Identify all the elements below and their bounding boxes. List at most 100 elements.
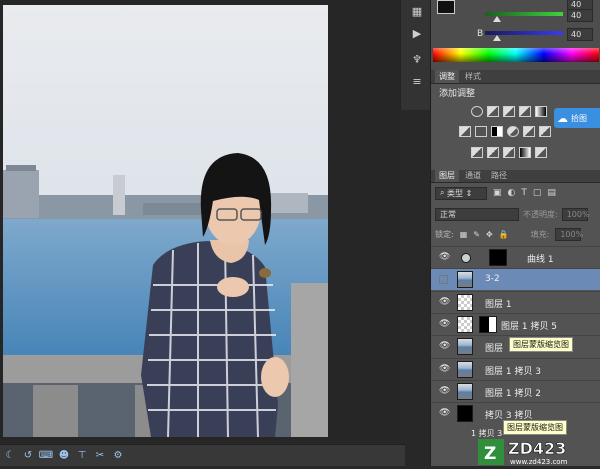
blend-opacity-row: 正常 不透明度: 100%	[431, 206, 600, 222]
layer-name: 曲线 1	[527, 255, 554, 265]
brush-tool-icon[interactable]: ♆	[409, 52, 425, 66]
cloud-icon: ☁	[557, 111, 568, 125]
tab-adjustments[interactable]: 调整	[435, 70, 459, 83]
levels-icon[interactable]	[487, 106, 499, 117]
zd423-watermark-logo: Z ZD423 www.zd423.com	[478, 437, 600, 466]
layer-row[interactable]: 3-2	[431, 268, 600, 291]
layer-name: 图层 1 拷贝 3	[485, 366, 542, 377]
lock-paint-icon[interactable]: ✎	[473, 230, 480, 239]
layer-thumbnail[interactable]	[457, 271, 473, 289]
lock-transparent-icon[interactable]: ▦	[460, 230, 468, 239]
keyboard-icon[interactable]: ⌨	[39, 450, 53, 462]
input-method-icon[interactable]: ↺	[22, 450, 34, 462]
layer-thumbnail[interactable]	[457, 360, 473, 378]
visibility-eye-icon[interactable]: 👁	[439, 253, 450, 262]
layer-row[interactable]: 👁 图层 1 拷贝 3	[431, 357, 600, 380]
filter-adjust-icon[interactable]: ◐	[508, 188, 516, 198]
layer-thumbnail[interactable]	[457, 293, 473, 311]
blue-slider-label: B	[477, 29, 484, 39]
history-tool-icon[interactable]: ▦	[409, 4, 425, 18]
selective-color-icon[interactable]	[535, 147, 547, 158]
visibility-eye-icon[interactable]: 👁	[439, 409, 450, 418]
tab-paths[interactable]: 路径	[487, 169, 511, 182]
user-icon[interactable]: ☻	[58, 450, 70, 462]
photo-image	[3, 5, 328, 437]
layer-row[interactable]: 👁 图层 1	[431, 290, 600, 313]
green-value-field[interactable]: 40	[567, 9, 593, 22]
lock-fill-row: 锁定: ▦ ✎ ✥ 🔒 填充: 100%	[431, 227, 600, 241]
layer-thumbnail[interactable]	[457, 315, 473, 333]
layer-row[interactable]: 👁 曲线 1	[431, 246, 600, 268]
mask-thumbnail-tooltip: 图层蒙版缩览图	[509, 337, 573, 352]
opacity-field[interactable]: 100%	[561, 207, 590, 221]
moon-icon[interactable]: ☾	[4, 450, 16, 462]
black-white-icon[interactable]	[491, 126, 503, 137]
hue-saturation-icon[interactable]	[459, 126, 471, 137]
brightness-icon[interactable]	[471, 106, 483, 117]
opacity-label: 不透明度:	[523, 209, 558, 219]
visibility-eye-icon[interactable]: 👁	[439, 364, 450, 374]
fill-field[interactable]: 100%	[555, 227, 583, 241]
layer-name: 图层 1 拷贝 2	[485, 388, 542, 399]
vibrance-icon[interactable]	[535, 106, 547, 117]
foreground-color-swatch[interactable]	[437, 0, 455, 14]
layer-thumbnail[interactable]	[461, 253, 471, 263]
layer-thumbnail[interactable]	[457, 405, 473, 423]
visibility-eye-icon[interactable]: 👁	[439, 297, 450, 307]
fill-label: 填充:	[530, 229, 550, 239]
channel-mixer-icon[interactable]	[523, 126, 535, 137]
exposure-icon[interactable]	[519, 106, 531, 117]
layer-mask-thumbnail[interactable]	[479, 315, 497, 333]
visibility-eye-icon[interactable]: 👁	[439, 386, 450, 396]
baidu-overlay-badge[interactable]: ☁ 拾图	[554, 108, 600, 128]
color-spectrum-bar[interactable]	[433, 48, 599, 62]
filter-kind-dropdown[interactable]: ⌕ 类型 ⇕	[435, 186, 487, 200]
visibility-eye-icon[interactable]	[439, 275, 448, 285]
tab-layers[interactable]: 图层	[435, 169, 459, 182]
svg-text:www.zd423.com: www.zd423.com	[510, 458, 568, 466]
lock-move-icon[interactable]: ✥	[486, 230, 493, 239]
filter-pixel-icon[interactable]: ▣	[493, 188, 502, 198]
layer-name: 图层	[485, 344, 504, 355]
lock-all-icon[interactable]: 🔒	[499, 230, 509, 239]
layer-thumbnail[interactable]	[457, 382, 473, 400]
tab-styles[interactable]: 样式	[461, 70, 485, 83]
document-canvas[interactable]	[0, 0, 400, 440]
properties-tool-icon[interactable]: ≡	[409, 74, 425, 88]
tab-channels[interactable]: 通道	[461, 169, 485, 182]
posterize-icon[interactable]	[487, 147, 499, 158]
mask-thumbnail-tooltip-2: 图层蒙版缩览图	[503, 420, 567, 435]
layer-filter-row: ⌕ 类型 ⇕ ▣ ◐ T ▢ ▤	[431, 185, 600, 201]
adjustments-tab-bar: 调整 样式	[431, 70, 600, 84]
play-action-icon[interactable]: ▶	[409, 26, 425, 40]
filter-kind-value: 类型	[447, 188, 464, 198]
svg-text:ZD423: ZD423	[508, 439, 566, 458]
visibility-eye-icon[interactable]: 👁	[439, 342, 450, 351]
color-balance-icon[interactable]	[475, 126, 487, 137]
color-lookup-icon[interactable]	[539, 126, 551, 137]
layer-row[interactable]: 👁 图层 1 拷贝 5	[431, 312, 600, 335]
filter-smart-icon[interactable]: ▤	[547, 188, 556, 198]
blend-mode-value: 正常	[440, 209, 456, 219]
filter-shape-icon[interactable]: ▢	[533, 188, 542, 198]
blue-slider-thumb[interactable]	[493, 35, 502, 41]
shirt-icon[interactable]: ⊤	[76, 450, 88, 462]
blend-mode-dropdown[interactable]: 正常	[435, 207, 519, 221]
tool-icon[interactable]: ✂	[94, 450, 106, 462]
visibility-eye-icon[interactable]: 👁	[439, 319, 450, 329]
layer-thumbnail[interactable]	[457, 338, 473, 356]
settings-icon[interactable]: ⚙	[112, 450, 124, 462]
photo-filter-icon[interactable]	[507, 126, 519, 137]
curves-icon[interactable]	[503, 106, 515, 117]
adjustments-title: 添加调整	[439, 89, 476, 99]
layer-row[interactable]: 👁 图层 1 拷贝 2	[431, 379, 600, 402]
invert-icon[interactable]	[471, 147, 483, 158]
search-icon: ⌕	[440, 188, 448, 197]
green-slider-thumb[interactable]	[493, 16, 502, 22]
threshold-icon[interactable]	[503, 147, 515, 158]
blue-value-field[interactable]: 40	[567, 28, 593, 41]
layer-mask-thumbnail[interactable]	[489, 249, 507, 266]
right-panel-dock: 40 40 B 40 调整 样式 添加调整 ☁ 拾图 图层 通道 路径 ⌕ 类型…	[430, 0, 600, 466]
gradient-map-icon[interactable]	[519, 147, 531, 158]
filter-type-icon[interactable]: T	[521, 188, 527, 198]
